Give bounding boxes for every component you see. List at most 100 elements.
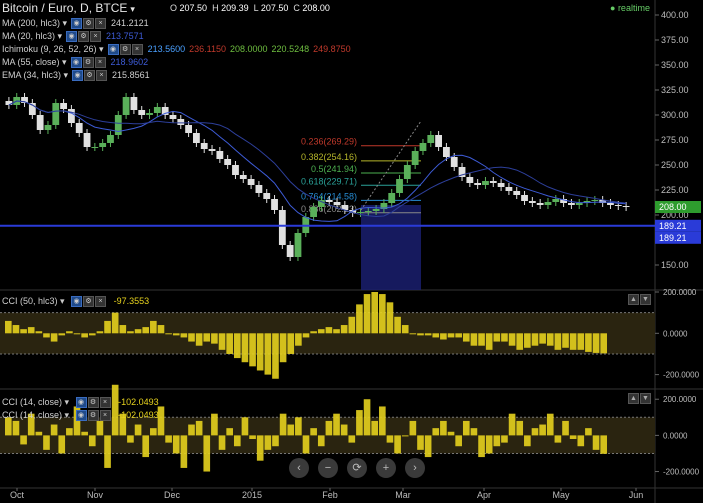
settings-icon[interactable]: ⚙	[82, 57, 94, 69]
x-tick-label: Dec	[164, 490, 181, 500]
cci50-bar	[417, 333, 424, 336]
cci50-bar	[256, 333, 264, 371]
candle	[99, 143, 107, 147]
candle	[263, 193, 271, 199]
candle	[622, 206, 630, 207]
y-tick-label: 200.0000	[663, 288, 697, 297]
zoom-out-button[interactable]: −	[318, 458, 338, 478]
fib-level-label: 0.618(229.71)	[301, 176, 357, 186]
candle	[5, 101, 13, 105]
indicator-legend-row[interactable]: EMA (34, hlc3) ▾ ◉ ⚙ × 215.8561	[2, 69, 150, 82]
indicator-legend-row[interactable]: MA (200, hlc3) ▾ ◉ ⚙ × 241.2121	[2, 17, 149, 30]
cci50-bar	[478, 333, 485, 346]
cci50-bar	[66, 331, 73, 334]
cci14-bar	[134, 424, 142, 436]
x-tick-label: May	[552, 490, 570, 500]
zoom-in-button[interactable]: +	[376, 458, 396, 478]
cci14-bar	[241, 417, 249, 436]
candle	[552, 199, 560, 202]
x-tick-label: Jun	[629, 490, 644, 500]
candle	[177, 119, 185, 125]
cci14-bar	[485, 435, 493, 454]
scroll-right-button[interactable]: ›	[405, 458, 425, 478]
cci50-bar	[485, 333, 493, 350]
x-tick-label: Mar	[395, 490, 411, 500]
cci14-bar	[585, 428, 592, 436]
cci14-bar	[401, 435, 409, 437]
cci14-bar	[302, 435, 310, 454]
cci14-bar	[478, 435, 485, 458]
y-tick-label: 225.00	[661, 185, 689, 195]
cci14-bar	[531, 428, 539, 436]
candle	[232, 165, 239, 175]
cci50-bar	[203, 333, 211, 342]
cci50-bar	[302, 333, 310, 338]
candle	[403, 165, 411, 179]
settings-icon[interactable]: ⚙	[83, 296, 95, 308]
cci14-bar	[81, 431, 88, 436]
cci50-bar	[142, 327, 150, 334]
cci50-bar	[119, 325, 127, 334]
eye-icon[interactable]: ◉	[70, 57, 82, 69]
cci50-bar	[96, 331, 104, 334]
candle	[271, 199, 278, 210]
indicator-legend-row[interactable]: Ichimoku (9, 26, 52, 26) ▾ ◉ ⚙ × 213.5600 236…	[2, 43, 351, 56]
settings-icon[interactable]: ⚙	[87, 410, 99, 422]
close-icon[interactable]: ×	[94, 57, 106, 69]
pane-down-icon[interactable]: ▼	[640, 294, 651, 305]
pane-down-icon[interactable]: ▼	[640, 393, 651, 404]
candle	[130, 97, 138, 110]
close-icon[interactable]: ×	[95, 18, 107, 30]
ohlc-readout: O 207.50 H 209.39 L 207.50 C 208.00	[170, 3, 330, 13]
scroll-left-button[interactable]: ‹	[289, 458, 309, 478]
symbol-title[interactable]: Bitcoin / Euro, D, BTCE ▾	[2, 1, 135, 15]
close-icon[interactable]: ×	[131, 44, 143, 56]
cci-14-legend-1[interactable]: CCI (14, close) ▾ ◉ ⚙ × -102.0493	[2, 396, 159, 409]
cci50-bar	[394, 316, 401, 334]
eye-icon[interactable]: ◉	[107, 44, 119, 56]
cci14-bar	[88, 435, 96, 447]
indicator-value: 236.1150	[189, 44, 226, 54]
eye-icon[interactable]: ◉	[71, 18, 83, 30]
eye-icon[interactable]: ◉	[75, 410, 87, 422]
cci14-bar	[43, 435, 50, 450]
cci14-bar	[493, 435, 501, 447]
cci14-bar	[371, 420, 379, 436]
pane-up-icon[interactable]: ▲	[628, 393, 639, 404]
indicator-name: MA (55, close) ▾	[2, 57, 67, 67]
cci50-bar	[310, 331, 317, 334]
close-icon[interactable]: ×	[99, 397, 111, 409]
settings-icon[interactable]: ⚙	[87, 397, 99, 409]
cci14-bar	[180, 435, 188, 468]
close-icon[interactable]: ×	[99, 410, 111, 422]
indicator-value: 208.0000	[230, 44, 268, 54]
pane-up-icon[interactable]: ▲	[628, 294, 639, 305]
cci50-bar	[524, 333, 531, 348]
close-icon[interactable]: ×	[90, 31, 102, 43]
cci14-bar	[256, 435, 264, 461]
cci-14-legend-2[interactable]: CCI (14, close) ▾ ◉ ⚙ × -102.0493	[2, 409, 159, 422]
close-icon[interactable]: ×	[96, 70, 108, 82]
cci14-bar	[20, 435, 27, 445]
reset-button[interactable]: ⟳	[347, 458, 367, 478]
settings-icon[interactable]: ⚙	[83, 18, 95, 30]
eye-icon[interactable]: ◉	[75, 397, 87, 409]
candle	[310, 207, 317, 217]
settings-icon[interactable]: ⚙	[119, 44, 131, 56]
candle	[224, 159, 232, 165]
eye-icon[interactable]: ◉	[72, 70, 84, 82]
cci50-bar	[455, 333, 462, 338]
indicator-legend-row[interactable]: MA (20, hlc3) ▾ ◉ ⚙ × 213.7571	[2, 30, 144, 43]
cci50-bar	[58, 333, 66, 336]
close-icon[interactable]: ×	[95, 296, 107, 308]
settings-icon[interactable]: ⚙	[78, 31, 90, 43]
cci14-bar	[470, 428, 478, 436]
indicator-value: 213.5600	[147, 44, 186, 54]
cci-50-legend[interactable]: CCI (50, hlc3) ▾ ◉ ⚙ × -97.3553	[2, 295, 149, 308]
y-tick-label: 0.0000	[663, 329, 688, 338]
fib-zone	[361, 205, 421, 290]
indicator-legend-row[interactable]: MA (55, close) ▾ ◉ ⚙ × 218.9602	[2, 56, 148, 69]
eye-icon[interactable]: ◉	[71, 296, 83, 308]
eye-icon[interactable]: ◉	[66, 31, 78, 43]
settings-icon[interactable]: ⚙	[84, 70, 96, 82]
